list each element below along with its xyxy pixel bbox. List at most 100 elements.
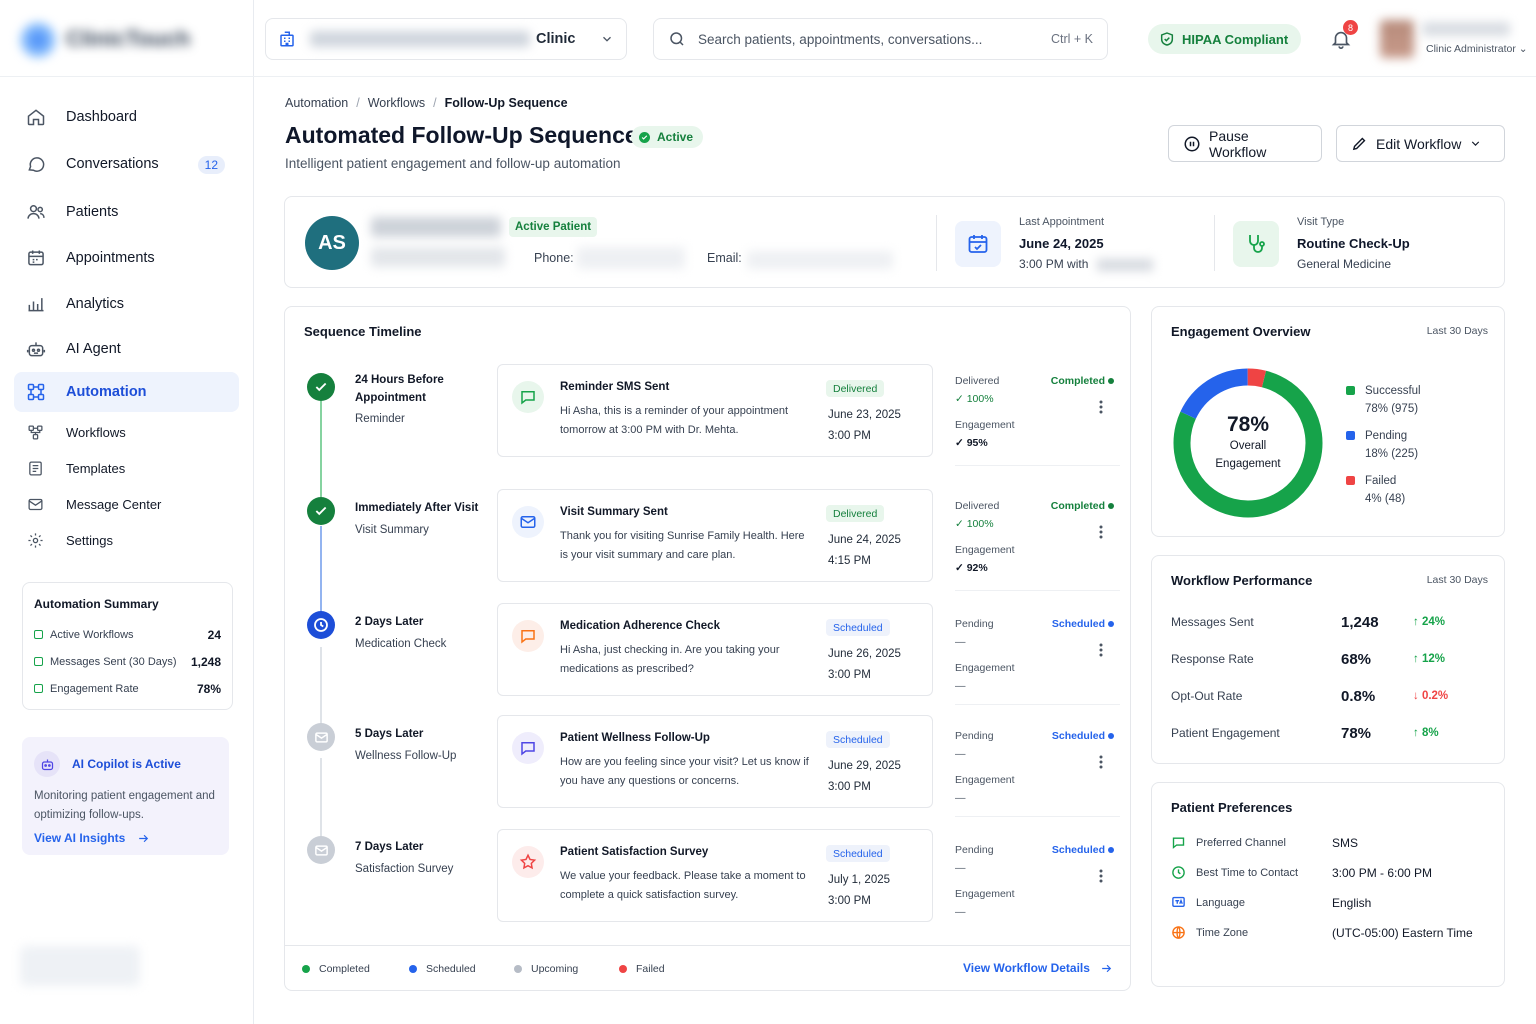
phone-value-redacted <box>577 247 685 269</box>
sidebar-subitem-templates[interactable]: Templates <box>14 453 239 483</box>
workflow-performance-card: Workflow Performance Last 30 Days Messag… <box>1151 555 1505 764</box>
sidebar-subitem-message-center[interactable]: Message Center <box>14 489 239 519</box>
step-status-label: Scheduled <box>1051 730 1105 742</box>
metric-label: Opt-Out Rate <box>1171 689 1243 703</box>
sidebar-item-patients[interactable]: Patients <box>14 192 239 232</box>
app-logo[interactable]: ClinicTouch <box>20 18 200 58</box>
overall-engagement-value: 78% <box>1226 413 1270 436</box>
search-placeholder: Search patients, appointments, conversat… <box>698 31 983 47</box>
summary-label: Messages Sent (30 Days) <box>50 655 177 668</box>
breadcrumb-workflows[interactable]: Workflows <box>368 96 425 110</box>
sidebar-divider <box>0 76 254 77</box>
legend-swatch <box>1346 431 1355 440</box>
patient-id-redacted <box>371 247 505 267</box>
search-icon <box>668 30 686 48</box>
sidebar-item-analytics[interactable]: Analytics <box>14 284 239 324</box>
perf-row: Messages Sent 1,248 ↑ 24% <box>1171 614 1491 631</box>
message-card[interactable]: Medication Adherence Check Hi Asha, just… <box>497 603 933 696</box>
step-timing: 7 Days Later <box>355 841 424 853</box>
message-card[interactable]: Reminder SMS Sent Hi Asha, this is a rem… <box>497 364 933 457</box>
pause-workflow-button[interactable]: Pause Workflow <box>1168 125 1322 162</box>
message-title: Medication Adherence Check <box>560 620 720 632</box>
pref-value: (UTC-05:00) Eastern Time <box>1332 925 1473 940</box>
last-appointment-label: Last Appointment <box>1019 216 1105 228</box>
preferences-title: Patient Preferences <box>1171 800 1293 815</box>
copilot-description: Monitoring patient engagement and optimi… <box>34 790 215 821</box>
more-options-icon[interactable] <box>1099 869 1103 883</box>
user-role[interactable]: Clinic Administrator ⌄ <box>1426 43 1528 55</box>
view-workflow-details-link[interactable]: View Workflow Details <box>963 961 1113 975</box>
home-icon <box>26 107 46 127</box>
metric-change: ↑ 12% <box>1413 653 1445 665</box>
engagement-label: Engagement <box>1215 458 1281 470</box>
pref-value: SMS <box>1332 835 1359 850</box>
status-dot-icon <box>34 630 43 639</box>
last-appointment-time: 3:00 PM with <box>1019 257 1089 271</box>
clock-icon <box>1171 865 1186 880</box>
sidebar-item-appointments[interactable]: Appointments <box>14 238 239 278</box>
chevron-down-icon <box>600 32 614 46</box>
pref-row: Preferred Channel SMS <box>1171 835 1491 850</box>
sidebar-item-automation[interactable]: Automation <box>14 372 239 412</box>
breadcrumb-automation[interactable]: Automation <box>285 96 348 110</box>
check-icon <box>639 131 650 143</box>
message-card[interactable]: Patient Satisfaction Survey We value you… <box>497 829 933 922</box>
more-options-icon[interactable] <box>1099 643 1103 657</box>
clinic-selector[interactable]: Clinic <box>265 18 627 60</box>
sidebar-user-profile[interactable] <box>20 946 140 986</box>
pref-label: Time Zone <box>1196 926 1249 939</box>
mail-icon <box>26 495 44 513</box>
more-options-icon[interactable] <box>1099 525 1103 539</box>
hipaa-label: HIPAA Compliant <box>1182 31 1289 47</box>
message-body: Hi Asha, just checking in. Are you takin… <box>560 644 780 675</box>
page-title: Automated Follow-Up Sequence <box>285 122 638 148</box>
stat-label: Engagement <box>955 662 1015 674</box>
logo-mark <box>20 22 56 58</box>
sidebar-subitem-workflows[interactable]: Workflows <box>14 417 239 447</box>
step-stats: Pending — Engagement — Scheduled <box>955 841 1125 921</box>
notifications-button[interactable]: 8 <box>1330 20 1358 50</box>
more-options-icon[interactable] <box>1099 755 1103 769</box>
timeline-connector <box>320 401 322 497</box>
message-time: 3:00 PM <box>828 430 871 442</box>
pref-label: Preferred Channel <box>1196 836 1286 849</box>
copilot-header: AI Copilot is Active <box>34 751 217 777</box>
timeline-node-completed <box>307 497 335 525</box>
sequence-timeline-card: Sequence Timeline 24 Hours Before Appoin… <box>284 306 1131 991</box>
date-range: Last 30 Days <box>1426 325 1488 337</box>
pref-label: Language <box>1196 896 1245 909</box>
message-card[interactable]: Patient Wellness Follow-Up How are you f… <box>497 715 933 808</box>
message-date: June 24, 2025 <box>828 534 901 546</box>
status-dot-icon <box>34 684 43 693</box>
copilot-title: AI Copilot is Active <box>72 757 181 771</box>
calendar-icon <box>955 221 1001 267</box>
timeline-connector <box>320 526 322 617</box>
edit-workflow-button[interactable]: Edit Workflow <box>1336 125 1505 162</box>
more-options-icon[interactable] <box>1099 400 1103 414</box>
summary-label: Active Workflows <box>50 628 134 641</box>
step-type: Visit Summary <box>355 524 429 536</box>
sidebar-subitem-label: Templates <box>66 460 126 476</box>
perf-row: Opt-Out Rate 0.8% ↓ 0.2% <box>1171 688 1491 705</box>
metric-change: ↑ 24% <box>1413 616 1445 628</box>
chevron-down-icon <box>1469 137 1490 150</box>
step-stats: Delivered ✓ 100% Engagement ✓ 95% Comple… <box>955 372 1125 452</box>
legend-upcoming: Upcoming <box>514 963 578 975</box>
search-input[interactable]: Search patients, appointments, conversat… <box>653 18 1108 60</box>
sidebar-item-conversations[interactable]: Conversations 12 <box>14 144 239 184</box>
stat-value: ✓ 92% <box>955 562 988 574</box>
avatar[interactable] <box>1380 20 1414 58</box>
sidebar-item-dashboard[interactable]: Dashboard <box>14 97 239 137</box>
message-card[interactable]: Visit Summary Sent Thank you for visitin… <box>497 489 933 582</box>
message-datetime: June 23, 2025 3:00 PM <box>828 405 901 447</box>
sidebar-item-ai-agent[interactable]: AI Agent <box>14 329 239 369</box>
view-ai-insights-link[interactable]: View AI Insights <box>34 831 217 845</box>
link-label: View AI Insights <box>34 831 126 845</box>
step-status: Scheduled <box>1052 727 1114 745</box>
status-badge: Active <box>631 126 704 148</box>
metric-value: 78% <box>1341 724 1372 742</box>
sidebar-subitem-settings[interactable]: Settings <box>14 525 239 555</box>
message-body: How are you feeling since your visit? Le… <box>560 756 809 787</box>
chevron-down-icon: ⌄ <box>1518 43 1528 55</box>
bar-chart-icon <box>26 294 46 314</box>
